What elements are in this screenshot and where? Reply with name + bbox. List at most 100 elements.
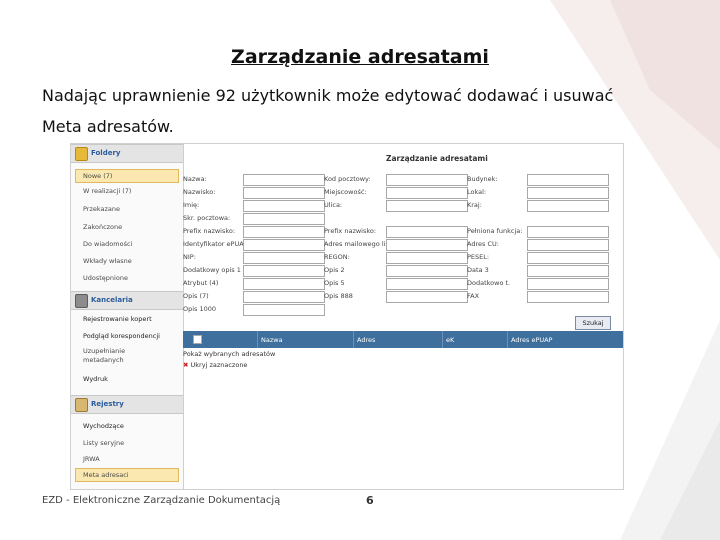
sidebar-item-jrwa[interactable]: JRWA: [83, 455, 181, 463]
kraj-input[interactable]: [527, 200, 609, 212]
sidebar-section-registers[interactable]: Rejestry: [71, 395, 183, 414]
column-header-ek[interactable]: eK: [446, 336, 454, 344]
prefix-input[interactable]: [243, 226, 325, 238]
slide-footer: EZD - Elektroniczne Zarządzanie Dokument…: [42, 495, 281, 506]
sidebar-section-label: Kancelaria: [91, 296, 133, 304]
field-label: Nazwa:: [183, 175, 207, 183]
field-label: Skr. pocztowa:: [183, 214, 231, 222]
nazwisko-input[interactable]: [243, 187, 325, 199]
sidebar-item-rejestrowanie-kopert[interactable]: Rejestrowanie kopert: [83, 315, 181, 323]
field-label: Atrybut (4): [183, 279, 219, 287]
field-label: FAX: [467, 292, 480, 300]
slide-title: Zarządzanie adresatami: [231, 46, 489, 68]
sidebar-item-udostepnione[interactable]: Udostępnione: [83, 274, 181, 282]
clipboard-icon: [75, 398, 88, 412]
office-icon: [75, 294, 88, 308]
field-label: Adres CU:: [467, 240, 499, 248]
skrytka-input[interactable]: [243, 213, 325, 225]
column-header-nazwa[interactable]: Nazwa: [261, 336, 283, 344]
budynek-input[interactable]: [527, 174, 609, 186]
miejscowosc-input[interactable]: [386, 187, 468, 199]
hide-selected-label: Ukryj zaznaczone: [190, 361, 248, 369]
nazwa-input[interactable]: [243, 174, 325, 186]
sidebar-item-zakonczone[interactable]: Zakończone: [83, 223, 181, 231]
field-label: Pełniona funkcja:: [467, 227, 523, 235]
prefix-nazwisko-input[interactable]: [386, 226, 468, 238]
sidebar-item-do-wiadomosci[interactable]: Do wiadomości: [83, 240, 181, 248]
sidebar-item-wychodzace[interactable]: Wychodzące: [83, 422, 181, 430]
field-label: Opis 1000: [183, 305, 217, 313]
field-label: REGON:: [324, 253, 350, 261]
slide-text-line-2: Meta adresatów.: [42, 117, 174, 136]
field-label: Identyfikator ePUAP:: [183, 240, 250, 248]
hide-selected-link[interactable]: ✖ Ukryj zaznaczone: [183, 361, 247, 369]
field-label: Opis 2: [324, 266, 345, 274]
field-label: Prefix nazwisko:: [324, 227, 377, 235]
data3-input[interactable]: [527, 265, 609, 277]
field-label: Prefix nazwisko:: [183, 227, 236, 235]
sidebar-item-uzupelnianie-metadanych[interactable]: Uzupełnianie metadanych: [83, 347, 135, 365]
lokal-input[interactable]: [527, 187, 609, 199]
adres-cu-input[interactable]: [527, 239, 609, 251]
opis7-input[interactable]: [243, 291, 325, 303]
search-button[interactable]: Szukaj: [575, 316, 611, 330]
app-screenshot: Foldery Nowe (7) W realizacji (7) Przeka…: [70, 143, 624, 490]
field-label: Kraj:: [467, 201, 482, 209]
column-header-adres[interactable]: Adres: [357, 336, 375, 344]
delete-icon: ✖: [183, 361, 189, 369]
sidebar-item-listy-seryjne[interactable]: Listy seryjne: [83, 439, 181, 447]
field-label: Opis 888: [324, 292, 353, 300]
sidebar: Foldery Nowe (7) W realizacji (7) Przeka…: [71, 144, 184, 489]
ulica-input[interactable]: [386, 200, 468, 212]
opis5-input[interactable]: [386, 278, 468, 290]
imie-input[interactable]: [243, 200, 325, 212]
opis2-input[interactable]: [386, 265, 468, 277]
field-label: Dodatkowy opis 1: [183, 266, 241, 274]
kod-pocztowy-input[interactable]: [386, 174, 468, 186]
field-label: Imię:: [183, 201, 200, 209]
fax-input[interactable]: [527, 291, 609, 303]
sidebar-item-meta-adresaci[interactable]: Meta adresaci: [75, 468, 179, 482]
sidebar-item-w-realizacji[interactable]: W realizacji (7): [83, 187, 181, 195]
form-title: Zarządzanie adresatami: [386, 154, 488, 163]
field-label: Opis (7): [183, 292, 209, 300]
opis888-input[interactable]: [386, 291, 468, 303]
adres-mailowy-input[interactable]: [386, 239, 468, 251]
sidebar-section-folders[interactable]: Foldery: [71, 144, 183, 163]
opis1-input[interactable]: [243, 265, 325, 277]
sidebar-item-przekazane[interactable]: Przekazane: [83, 205, 181, 213]
field-label: Nazwisko:: [183, 188, 216, 196]
sidebar-item-wklady-wlasne[interactable]: Wkłady własne: [83, 257, 181, 265]
folder-icon: [75, 147, 88, 161]
slide-text-line-1: Nadając uprawnienie 92 użytkownik może e…: [42, 86, 614, 105]
field-label: Ulica:: [324, 201, 343, 209]
show-selected-link[interactable]: Pokaż wybranych adresatów: [183, 350, 275, 358]
field-label: Dodatkowo t.: [467, 279, 511, 287]
pesel-input[interactable]: [527, 252, 609, 264]
sidebar-item-podglad-korespondencji[interactable]: Podgląd korespondencji: [83, 332, 181, 340]
sidebar-section-label: Foldery: [91, 149, 121, 157]
field-label: PESEL:: [467, 253, 490, 261]
sidebar-section-office[interactable]: Kancelaria: [71, 291, 183, 310]
field-label: Miejscowość:: [324, 188, 367, 196]
page-number: 6: [366, 494, 374, 507]
field-label: Opis 5: [324, 279, 345, 287]
sidebar-item-wydruk[interactable]: Wydruk: [83, 375, 181, 383]
epuap-id-input[interactable]: [243, 239, 325, 251]
select-all-checkbox[interactable]: [193, 335, 202, 344]
regon-input[interactable]: [386, 252, 468, 264]
field-label: NIP:: [183, 253, 196, 261]
opis1000-input[interactable]: [243, 304, 325, 316]
nip-input[interactable]: [243, 252, 325, 264]
field-label: Budynek:: [467, 175, 498, 183]
field-label: Kod pocztowy:: [324, 175, 371, 183]
grid-header: Nazwa Adres eK Adres ePUAP: [183, 331, 623, 348]
field-label: Data 3: [467, 266, 489, 274]
dodatkowo-input[interactable]: [527, 278, 609, 290]
column-header-adres-epuap[interactable]: Adres ePUAP: [511, 336, 552, 344]
atrybut-input[interactable]: [243, 278, 325, 290]
funkcja-input[interactable]: [527, 226, 609, 238]
field-label: Lokal:: [467, 188, 487, 196]
sidebar-item-nowe[interactable]: Nowe (7): [75, 169, 179, 183]
sidebar-section-label: Rejestry: [91, 400, 124, 408]
